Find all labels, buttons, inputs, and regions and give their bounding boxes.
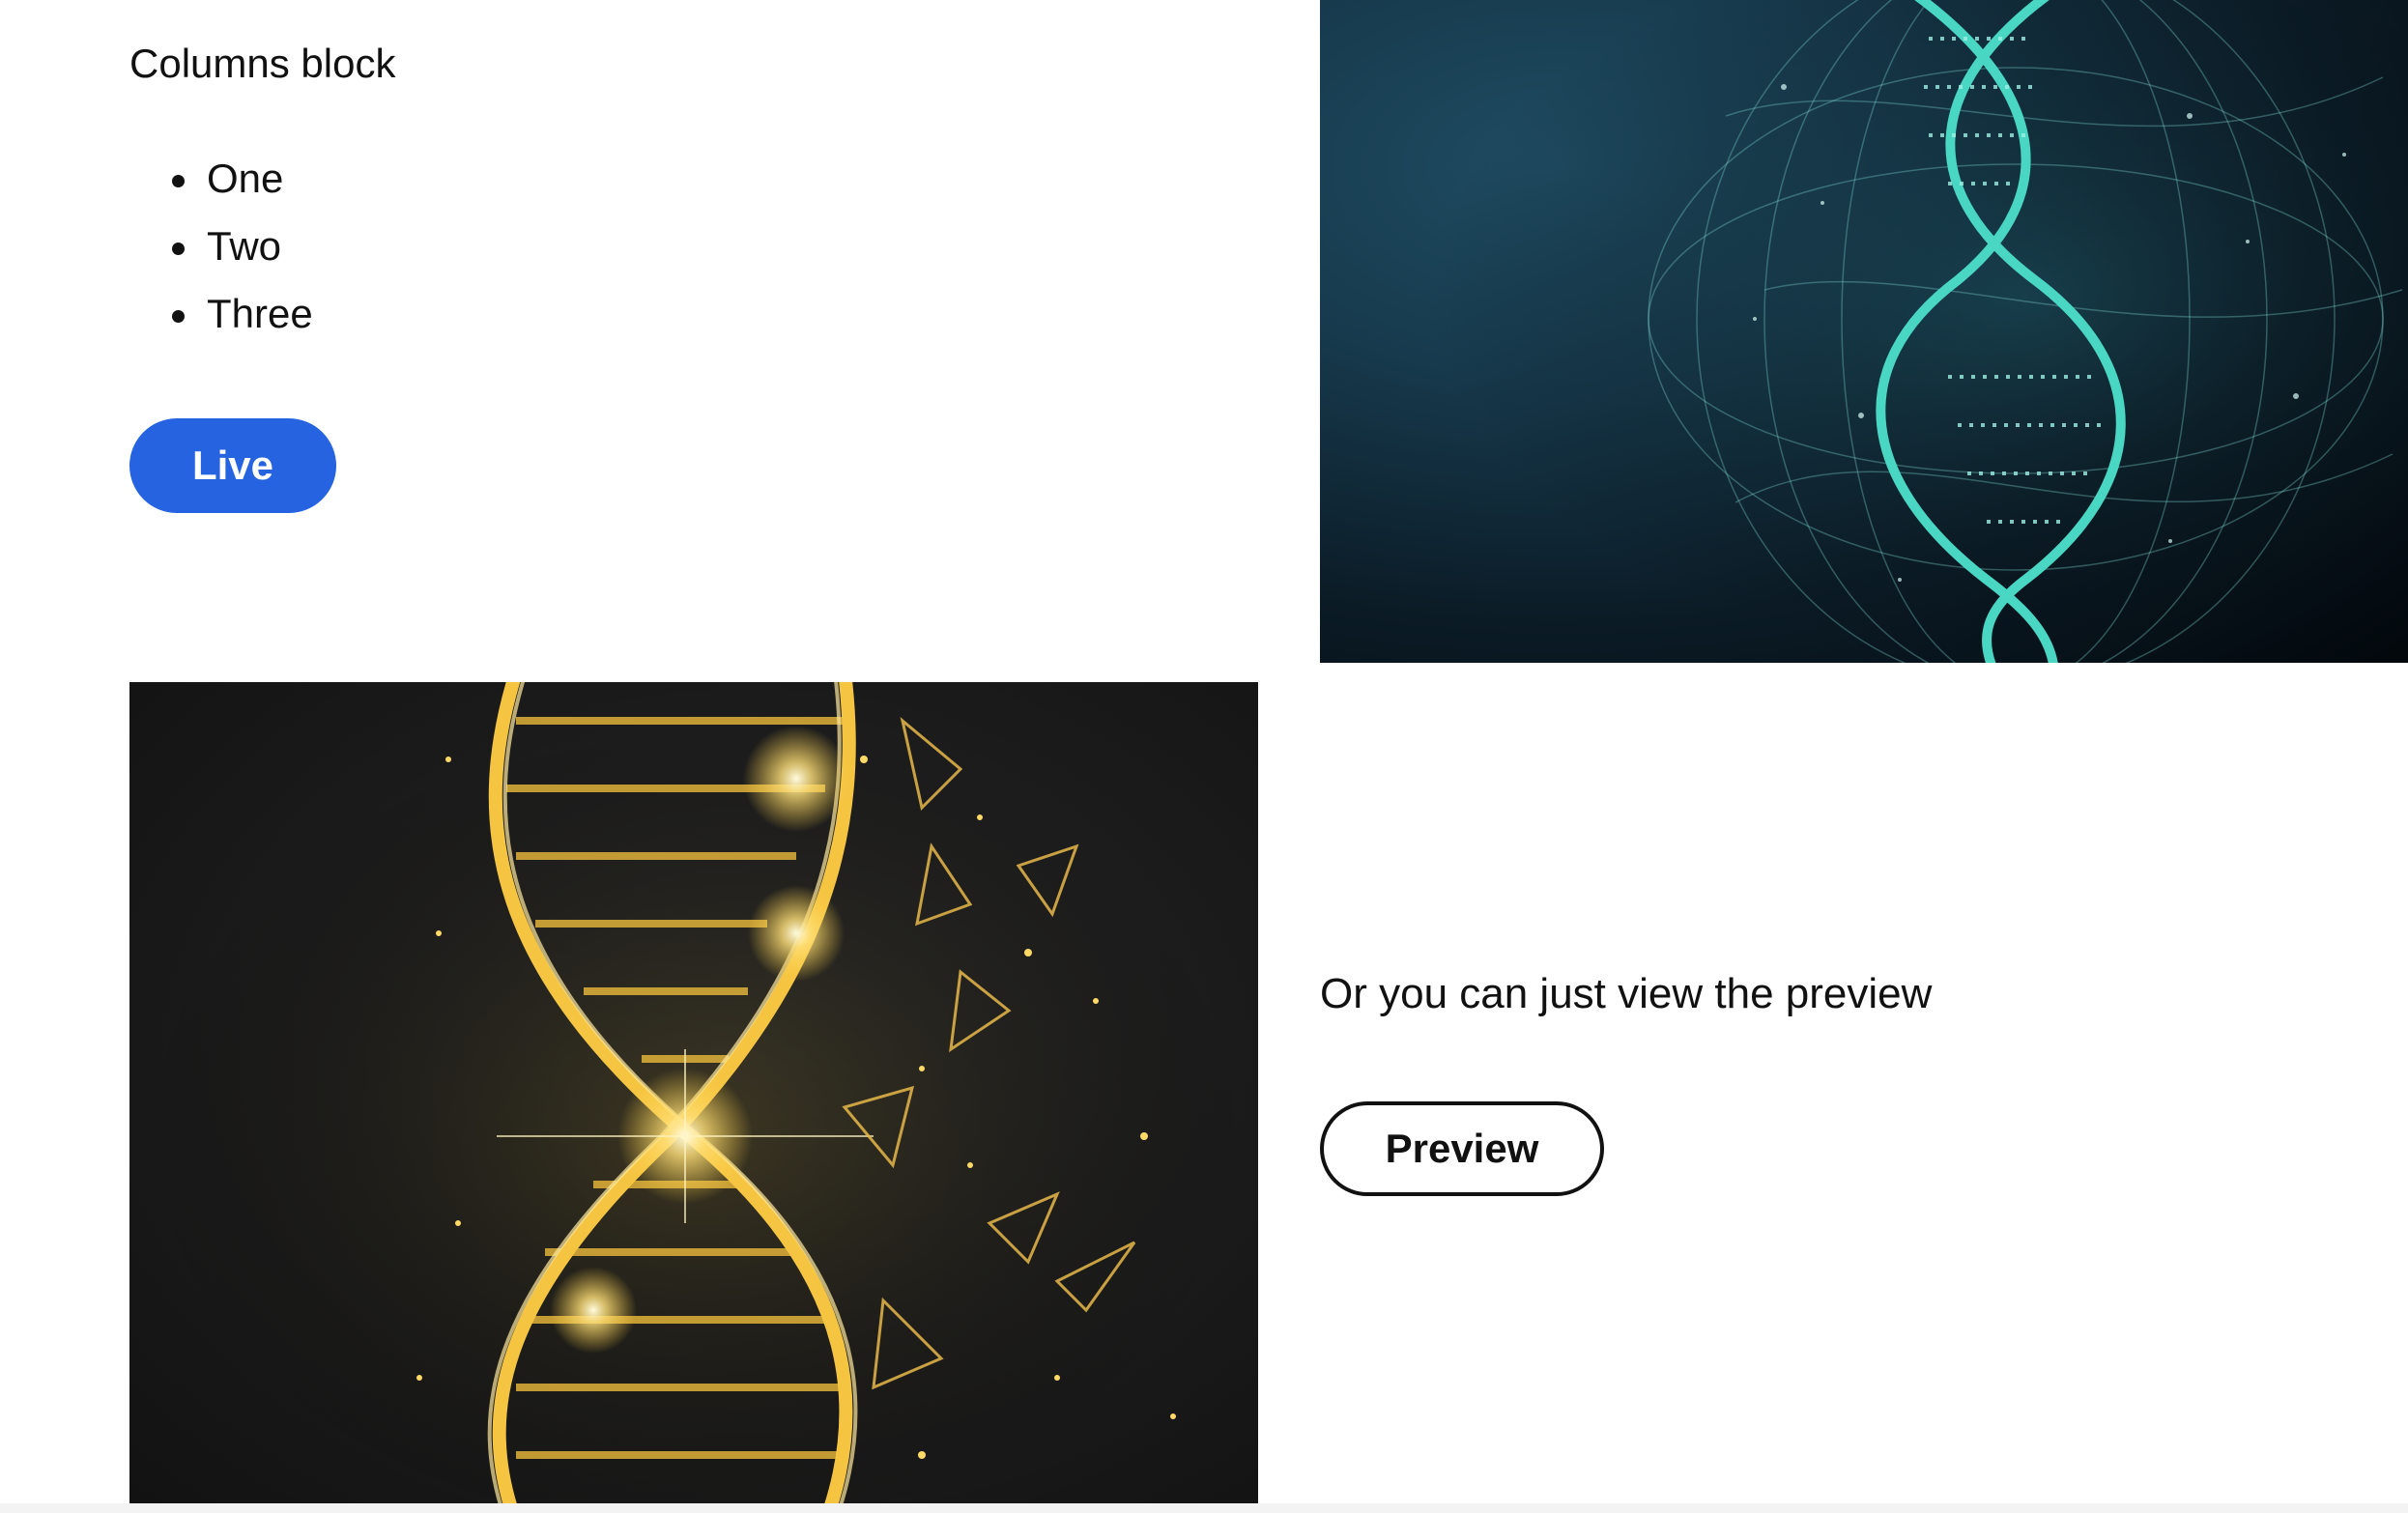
list-item: Two <box>129 213 313 280</box>
page-bottom-edge <box>0 1503 2408 1513</box>
teal-dna-helix-image <box>1320 0 2408 663</box>
live-button[interactable]: Live <box>129 418 336 513</box>
columns-block-page: Columns block One Two Three Live Or you … <box>0 0 2408 1513</box>
list-item: Three <box>129 280 313 348</box>
preview-button[interactable]: Preview <box>1320 1101 1604 1196</box>
preview-caption: Or you can just view the preview <box>1320 970 1933 1017</box>
page-heading: Columns block <box>129 41 396 86</box>
gold-dna-helix-image <box>129 682 1258 1505</box>
list-item: One <box>129 145 313 213</box>
bullet-list: One Two Three <box>129 145 313 348</box>
